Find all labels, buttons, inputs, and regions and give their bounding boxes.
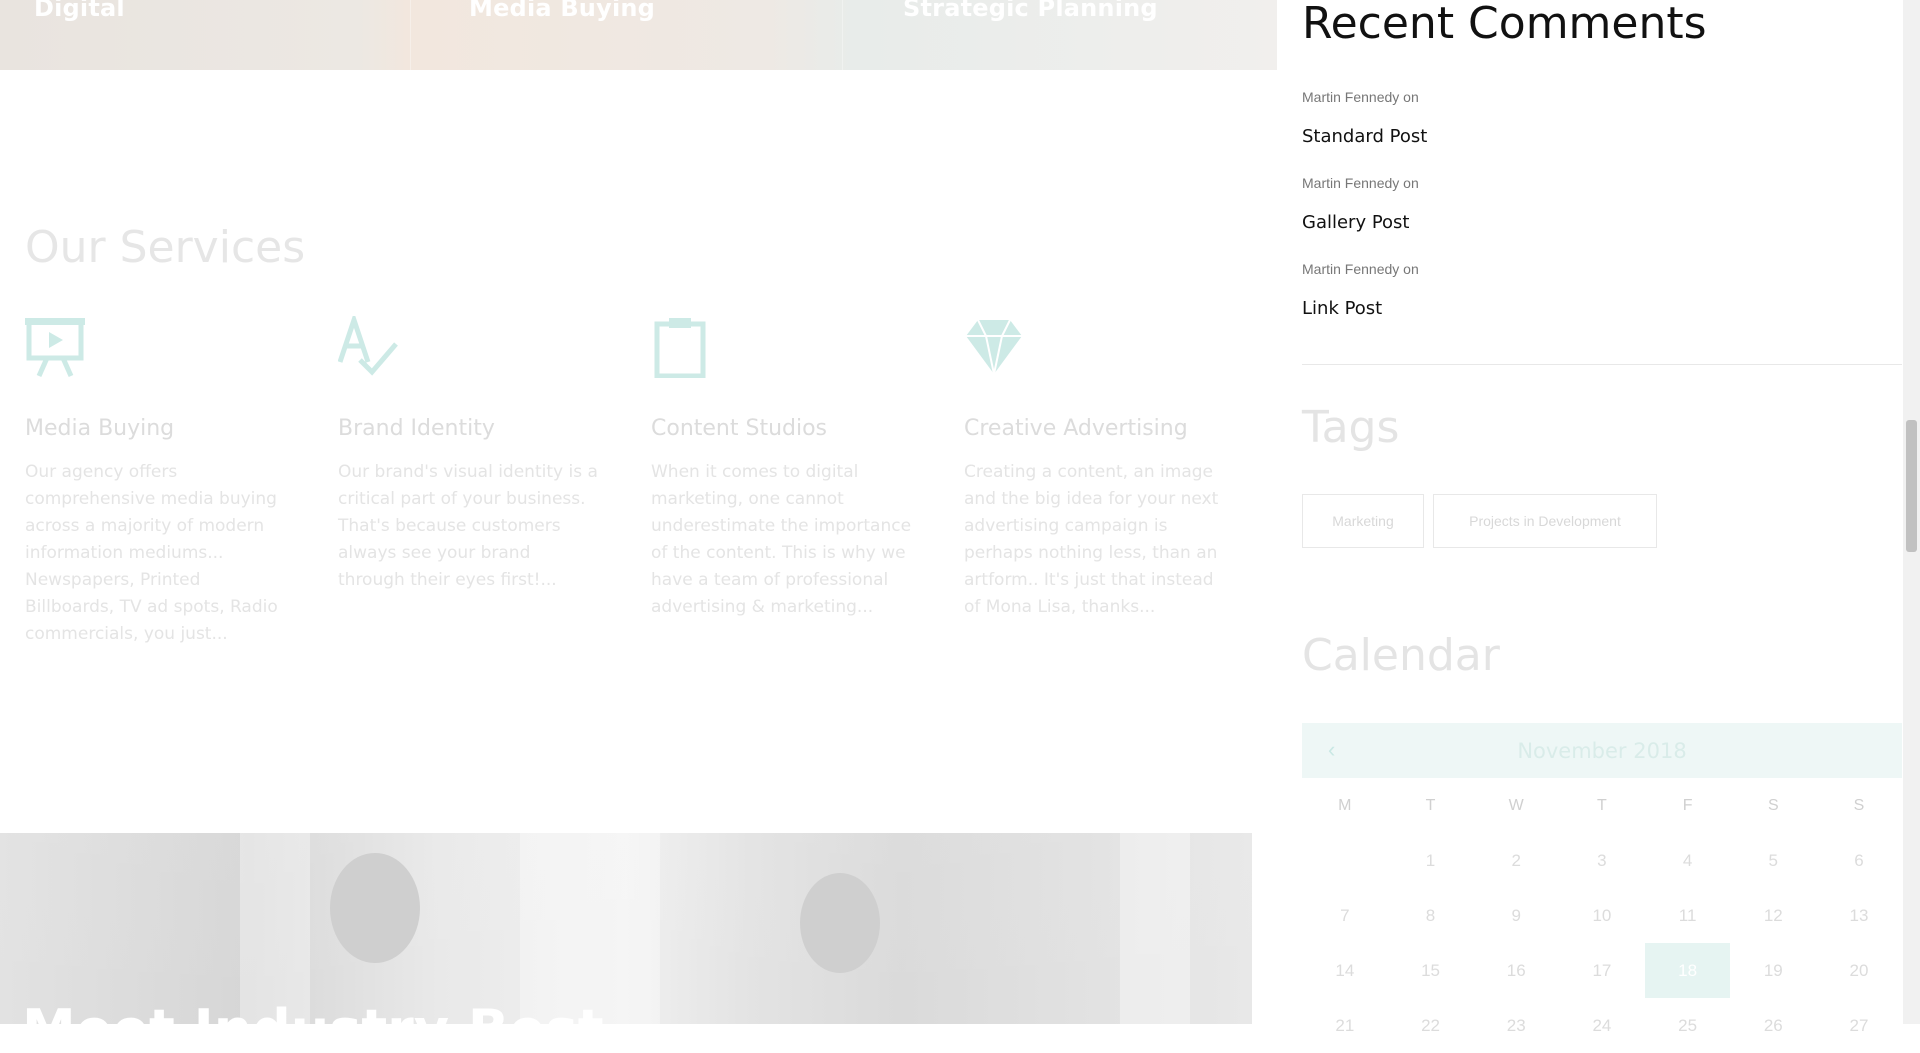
calendar-day[interactable]: 11 [1645,888,1731,943]
scrollbar-thumb[interactable] [1906,420,1917,552]
presentation-icon [25,318,85,378]
team-photo [0,833,1252,1024]
service-description: Our brand's visual identity is a critica… [338,462,598,590]
services-heading: Our Services [25,222,306,273]
sidebar: Recent Comments Martin Fennedy on Standa… [1302,0,1902,1035]
service-title[interactable]: Creative Advertising [964,416,1226,441]
comment-meta: Martin Fennedy on [1302,89,1419,105]
calendar-day[interactable]: 12 [1730,888,1816,943]
banner-item-strategic-planning[interactable]: Strategic Planning [903,0,1158,22]
photo-window [240,833,310,1024]
person-silhouette [800,873,880,973]
service-title[interactable]: Brand Identity [338,416,600,441]
calendar-day[interactable]: 6 [1816,833,1902,888]
calendar-week-row: 123456 [1302,833,1902,888]
comment-post-link[interactable]: Link Post [1302,298,1382,319]
comment-on: on [1403,261,1419,277]
portfolio-banner: Digital Media Buying Strategic Planning [0,0,1277,70]
calendar-day[interactable]: 23 [1473,998,1559,1053]
comment-post-link[interactable]: Gallery Post [1302,212,1410,233]
calendar-day [1302,833,1388,888]
calendar-week-row: 14 15 16 17 18 19 20 [1302,943,1902,998]
calendar-day[interactable]: 21 [1302,998,1388,1053]
person-silhouette [330,853,420,963]
comment-author: Martin Fennedy [1302,175,1400,191]
comment-on: on [1403,175,1419,191]
comment-post-link[interactable]: Standard Post [1302,126,1427,147]
spellcheck-icon [338,316,398,376]
service-description: When it comes to digital marketing, one … [651,462,912,617]
calendar-day[interactable]: 4 [1645,833,1731,888]
calendar-day[interactable]: 26 [1730,998,1816,1053]
recent-comments-heading: Recent Comments [1302,0,1707,49]
sidebar-divider [1302,364,1902,365]
banner-item-digital[interactable]: Digital [34,0,125,22]
tags-heading: Tags [1302,402,1400,453]
calendar-weekday: F [1682,796,1693,814]
calendar-day[interactable]: 20 [1816,943,1902,998]
photo-section-title: Meet Industry Best [22,998,604,1024]
clipboard-icon [654,318,706,378]
comment-meta: Martin Fennedy on [1302,261,1419,277]
service-content-studios[interactable]: Content Studios When it comes to digital… [651,316,913,621]
calendar-day-today[interactable]: 18 [1644,943,1731,998]
calendar-month: November 2018 [1517,738,1687,763]
calendar-header: ‹ November 2018 [1302,723,1902,778]
calendar-day[interactable]: 1 [1388,833,1474,888]
calendar-heading: Calendar [1302,630,1500,681]
photo-window [520,833,660,1024]
service-brand-identity[interactable]: Brand Identity Our brand's visual identi… [338,316,600,594]
photo-window [1120,833,1190,1024]
calendar-day[interactable]: 17 [1559,943,1645,998]
calendar-day[interactable]: 9 [1473,888,1559,943]
chevron-left-icon[interactable]: ‹ [1328,737,1335,763]
comment-author: Martin Fennedy [1302,89,1400,105]
service-description: Our agency offers comprehensive media bu… [25,462,278,644]
calendar-day[interactable]: 14 [1302,943,1388,998]
calendar-week-row: 7 8 9 10 11 12 13 [1302,888,1902,943]
calendar-day[interactable]: 3 [1559,833,1645,888]
calendar-day[interactable]: 25 [1645,998,1731,1053]
comment-on: on [1403,89,1419,105]
calendar-weekday: T [1597,796,1607,814]
comment-meta: Martin Fennedy on [1302,175,1419,191]
main-content: Digital Media Buying Strategic Planning … [0,0,1277,1024]
calendar-week-row: 21 22 23 24 25 26 27 [1302,998,1902,1053]
comment-author: Martin Fennedy [1302,261,1400,277]
calendar-weekday: S [1767,796,1779,814]
calendar-grid: M T W T F S S 1 2 3 4 5 6 7 8 9 10 11 12 13 14 15 16 17 18 19 20 21… [1302,778,1902,1053]
calendar-day[interactable]: 7 [1302,888,1388,943]
service-creative-advertising[interactable]: Creative Advertising Creating a content,… [964,316,1226,621]
calendar-day[interactable]: 10 [1559,888,1645,943]
tag-projects-in-development[interactable]: Projects in Development [1433,494,1657,548]
service-media-buying[interactable]: Media Buying Our agency offers comprehen… [25,316,287,648]
calendar-weekday: T [1425,796,1436,814]
calendar-day[interactable]: 27 [1816,998,1902,1053]
calendar-day[interactable]: 22 [1388,998,1474,1053]
calendar-day[interactable]: 24 [1559,998,1645,1053]
calendar-day[interactable]: 13 [1816,888,1902,943]
banner-item-media-buying[interactable]: Media Buying [469,0,655,22]
service-title[interactable]: Content Studios [651,416,913,441]
calendar-weekday: W [1508,796,1524,814]
calendar-weekday-row: MTWTFSS [1302,778,1902,833]
calendar-day[interactable]: 5 [1730,833,1816,888]
service-title[interactable]: Media Buying [25,416,287,441]
calendar-weekday: S [1853,796,1865,814]
service-description: Creating a content, an image and the big… [964,462,1219,617]
banner-divider [410,0,411,70]
calendar-day[interactable]: 19 [1730,943,1816,998]
calendar-day[interactable]: 2 [1473,833,1559,888]
calendar-day[interactable]: 15 [1388,943,1474,998]
banner-divider [842,0,843,70]
calendar-weekday: M [1338,796,1352,814]
tag-marketing[interactable]: Marketing [1302,494,1424,548]
calendar-day[interactable]: 16 [1473,943,1559,998]
diamond-icon [966,319,1022,375]
calendar-day[interactable]: 8 [1388,888,1474,943]
